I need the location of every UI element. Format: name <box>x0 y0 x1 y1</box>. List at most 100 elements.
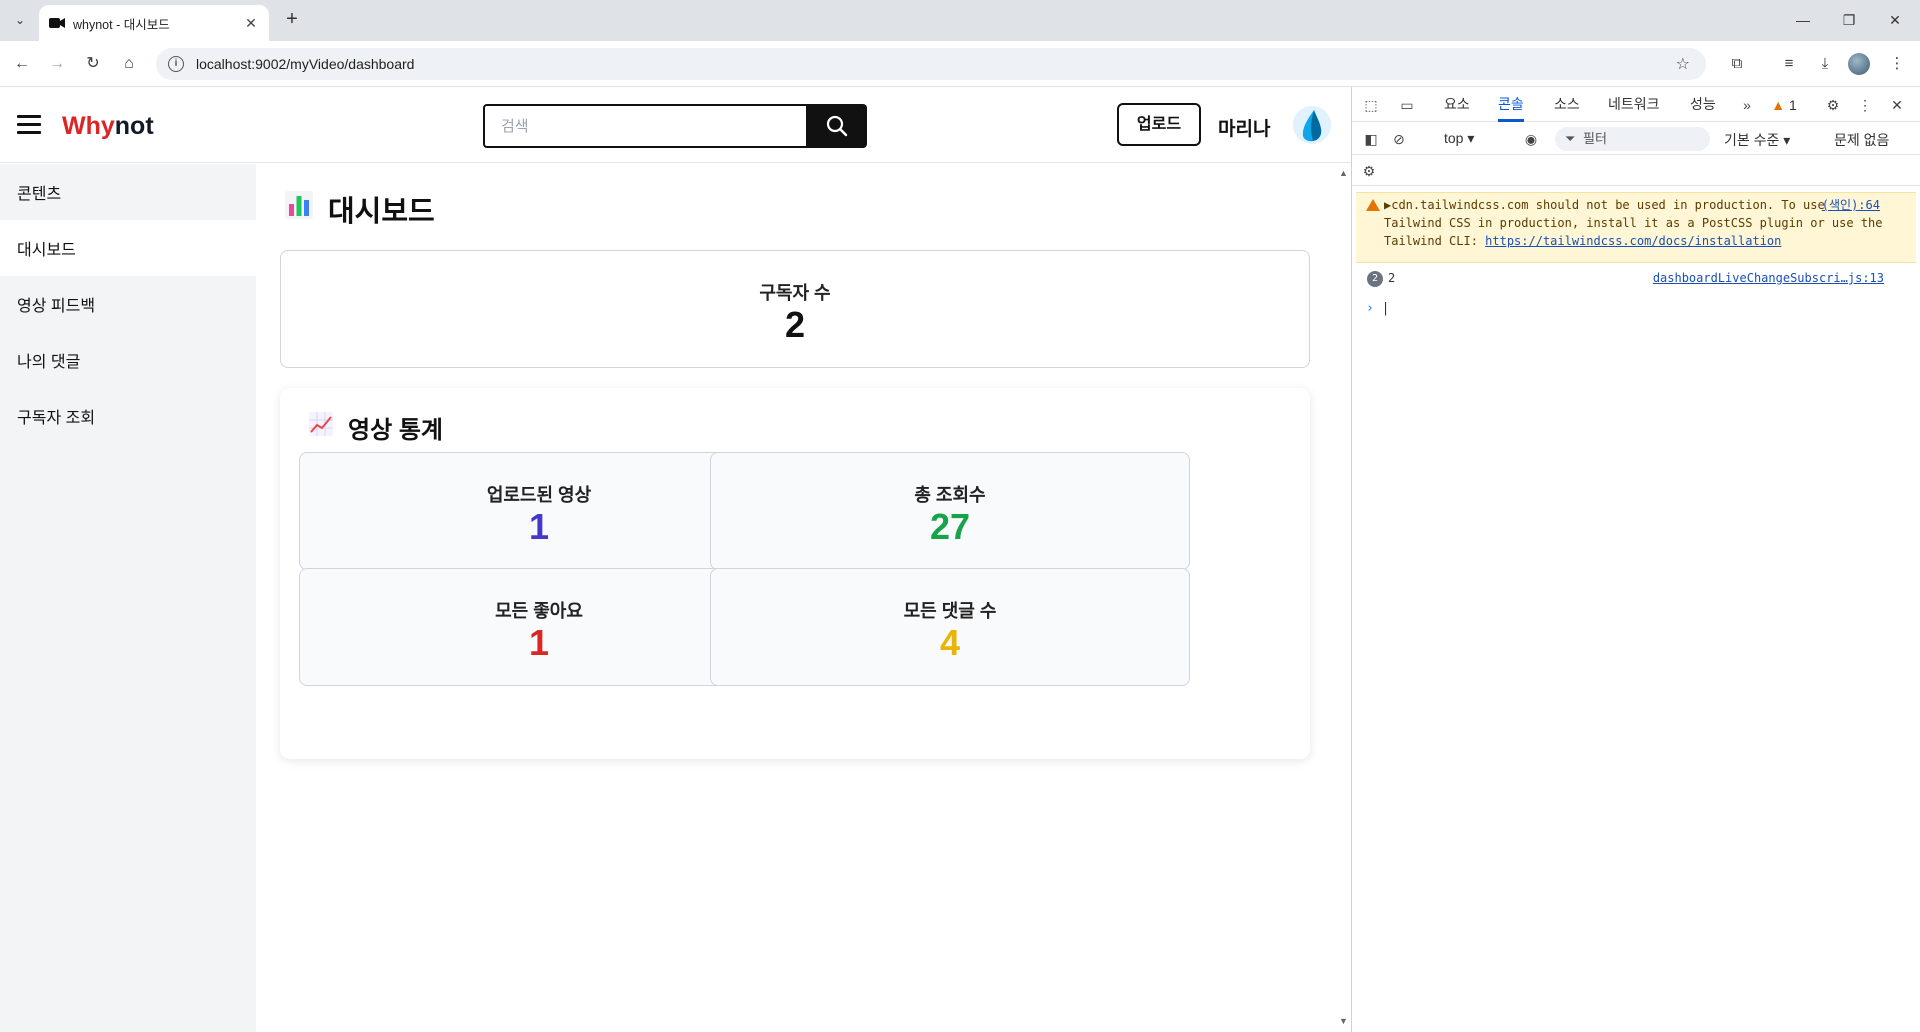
browser-tab[interactable]: whynot - 대시보드 ✕ <box>39 5 269 41</box>
devtools-close-icon[interactable]: ✕ <box>1886 94 1908 116</box>
stat-label: 총 조회수 <box>914 485 986 505</box>
video-stats-panel: 영상 통계 업로드된 영상 1 총 조회수 27 모든 좋아요 1 모든 댓글 … <box>280 388 1310 759</box>
stat-total-comments: 모든 댓글 수 4 <box>710 568 1190 686</box>
search-input[interactable] <box>483 104 806 148</box>
warning-source-link[interactable]: (색인):64 <box>1822 196 1880 214</box>
media-control-icon[interactable]: ≡ <box>1776 51 1802 77</box>
scroll-down-arrow-icon[interactable]: ▼ <box>1339 1016 1348 1026</box>
sidebar-item-contents[interactable]: 콘텐츠 <box>0 164 256 220</box>
logo-not: not <box>114 112 154 140</box>
sidebar-item-my-comments[interactable]: 나의 댓글 <box>0 332 256 388</box>
search-button[interactable] <box>806 104 867 148</box>
devtools-tab-console[interactable]: 콘솔 <box>1498 87 1524 122</box>
window-close-icon[interactable]: ✕ <box>1882 8 1908 32</box>
console-filter-input[interactable]: ⏷ 필터 <box>1555 127 1710 151</box>
browser-tab-strip: ⌄ whynot - 대시보드 ✕ + — ❐ ✕ <box>0 0 1920 41</box>
scroll-up-arrow-icon[interactable]: ▲ <box>1339 168 1348 178</box>
sidebar-item-video-feedback[interactable]: 영상 피드백 <box>0 276 256 332</box>
page-title-text: 대시보드 <box>328 196 435 228</box>
upload-button[interactable]: 업로드 <box>1117 103 1201 146</box>
console-prompt[interactable]: › | <box>1366 301 1389 316</box>
new-tab-icon[interactable]: + <box>280 8 304 32</box>
download-icon[interactable]: ⤓ <box>1812 51 1838 77</box>
page-title: 대시보드 <box>284 188 435 230</box>
stat-total-views: 총 조회수 27 <box>710 452 1190 570</box>
video-stats-title-text: 영상 통계 <box>348 417 443 444</box>
clear-console-icon[interactable]: ⊘ <box>1388 128 1410 150</box>
url-text: localhost:9002/myVideo/dashboard <box>196 56 415 72</box>
hamburger-menu-icon[interactable] <box>17 115 41 135</box>
home-icon[interactable]: ⌂ <box>116 51 142 77</box>
stat-value: 27 <box>929 506 971 547</box>
subscriber-count-value: 2 <box>784 304 806 345</box>
address-bar[interactable]: i localhost:9002/myVideo/dashboard ☆ <box>156 48 1706 80</box>
warning-link[interactable]: https://tailwindcss.com/docs/installatio… <box>1485 234 1781 248</box>
browser-menu-icon[interactable]: ⋮ <box>1884 51 1910 77</box>
warning-badge[interactable]: ▲ 1 <box>1766 94 1802 116</box>
trending-chart-icon <box>308 411 334 444</box>
context-value: top <box>1444 130 1464 146</box>
log-level-selector[interactable]: 기본 수준 ▾ <box>1724 130 1790 150</box>
sidebar-item-dashboard[interactable]: 대시보드 <box>0 220 256 276</box>
sidebar-toggle-icon[interactable]: ◧ <box>1360 128 1382 150</box>
log-value: 2 <box>1388 271 1396 285</box>
stat-label: 모든 좋아요 <box>495 601 583 621</box>
stat-label: 모든 댓글 수 <box>903 601 997 621</box>
inspect-element-icon[interactable]: ⬚ <box>1360 94 1382 116</box>
search-icon <box>826 115 847 137</box>
devtools-tab-elements[interactable]: 요소 <box>1444 87 1470 122</box>
bar-chart-icon <box>284 190 314 228</box>
sidebar-item-subscribers[interactable]: 구독자 조회 <box>0 388 256 444</box>
more-tabs-icon[interactable]: » <box>1736 94 1758 116</box>
devtools-settings-icon[interactable]: ⚙ <box>1822 94 1844 116</box>
devtools-tab-sources[interactable]: 소스 <box>1554 87 1580 122</box>
site-info-icon[interactable]: i <box>168 56 184 72</box>
tab-close-icon[interactable]: ✕ <box>243 15 259 32</box>
subscriber-count-card: 구독자 수 2 <box>280 250 1310 368</box>
prompt-chevron-icon: › <box>1366 301 1374 316</box>
video-stats-title: 영상 통계 <box>308 410 443 445</box>
console-settings-gear-icon[interactable]: ⚙ <box>1358 160 1380 182</box>
app-header: Whynot 업로드 마리나 <box>0 87 1351 163</box>
subscriber-count-label: 구독자 수 <box>759 283 831 303</box>
restore-icon[interactable]: ❐ <box>1836 8 1862 32</box>
logo-why: Why <box>62 112 115 140</box>
browser-toolbar: ← → ↻ ⌂ i localhost:9002/myVideo/dashboa… <box>0 41 1920 87</box>
stat-label: 업로드된 영상 <box>486 485 592 505</box>
forward-icon[interactable]: → <box>44 51 70 77</box>
bookmark-star-icon[interactable]: ☆ <box>1676 54 1690 74</box>
issues-status[interactable]: 문제 없음 <box>1834 130 1889 150</box>
page-scrollbar[interactable]: ▲ ▼ <box>1336 164 1351 1032</box>
devtools-panel: ⬚ ▭ 요소 콘솔 소스 네트워크 성능 » ▲ 1 ⚙ ⋮ ✕ ◧ ⊘ top… <box>1351 87 1920 1032</box>
user-avatar[interactable] <box>1293 106 1331 144</box>
context-selector[interactable]: top ▾ <box>1444 130 1474 147</box>
device-toolbar-icon[interactable]: ▭ <box>1396 94 1418 116</box>
stat-value: 1 <box>528 622 550 663</box>
tab-search-chevron-icon[interactable]: ⌄ <box>8 8 32 32</box>
devtools-tab-performance[interactable]: 성능 <box>1690 87 1716 122</box>
main-content: 대시보드 구독자 수 2 영상 통계 업로드된 영상 1 총 조회수 27 모든… <box>256 164 1336 1032</box>
stat-total-likes: 모든 좋아요 1 <box>299 568 779 686</box>
reload-icon[interactable]: ↻ <box>80 51 106 77</box>
stat-uploaded-videos: 업로드된 영상 1 <box>299 452 779 570</box>
video-camera-icon <box>49 17 65 29</box>
filter-placeholder: 필터 <box>1583 131 1607 146</box>
filter-icon: ⏷ <box>1565 131 1576 146</box>
log-source-link[interactable]: dashboardLiveChangeSubscri…js:13 <box>1653 271 1884 285</box>
console-log-message: 2 2 dashboardLiveChangeSubscri…js:13 <box>1356 269 1916 291</box>
sidebar: 콘텐츠 대시보드 영상 피드백 나의 댓글 구독자 조회 <box>0 164 256 1032</box>
console-warning-message[interactable]: ▶cdn.tailwindcss.com should not be used … <box>1356 192 1916 263</box>
live-expression-eye-icon[interactable]: ◉ <box>1520 128 1542 150</box>
devtools-tab-network[interactable]: 네트워크 <box>1608 87 1660 122</box>
stat-value: 4 <box>939 622 961 663</box>
username: 마리나 <box>1218 119 1271 140</box>
minimize-icon[interactable]: — <box>1790 8 1816 32</box>
back-icon[interactable]: ← <box>9 51 35 77</box>
extensions-icon[interactable]: ⧉ <box>1724 51 1750 77</box>
devtools-menu-icon[interactable]: ⋮ <box>1854 94 1876 116</box>
console-settings-row: ⚙ <box>1352 156 1920 186</box>
profile-avatar-icon[interactable] <box>1848 53 1870 75</box>
logo[interactable]: Whynot <box>62 112 154 141</box>
devtools-tab-bar: ⬚ ▭ 요소 콘솔 소스 네트워크 성능 » ▲ 1 ⚙ ⋮ ✕ <box>1352 87 1920 122</box>
warning-triangle-icon <box>1366 199 1380 211</box>
